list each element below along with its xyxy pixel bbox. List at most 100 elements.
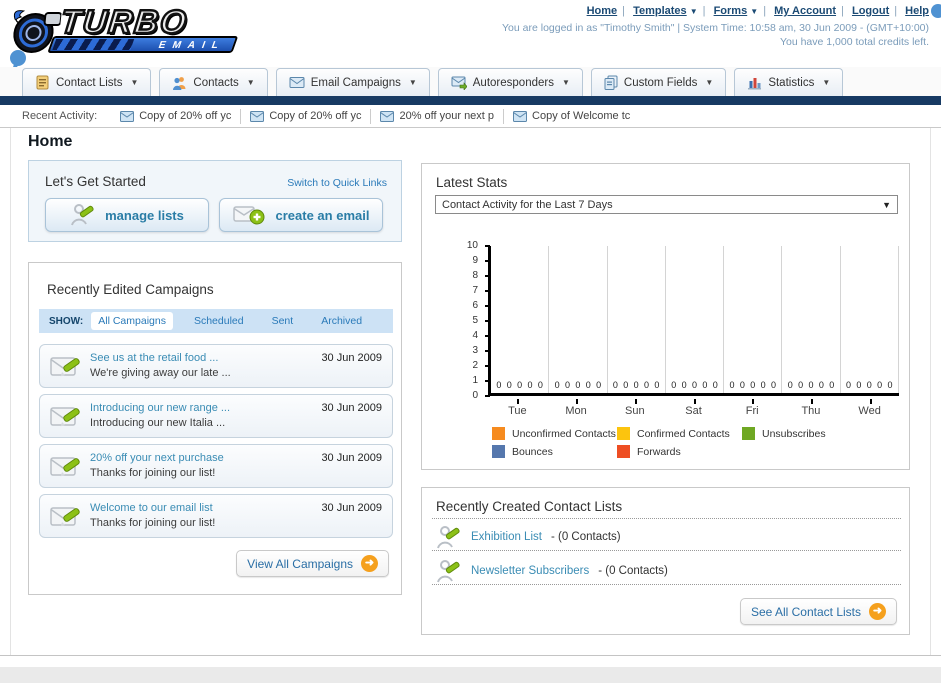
- chart-group: 00000: [608, 246, 666, 393]
- bar-value-label: 0: [750, 380, 756, 390]
- campaign-title-link[interactable]: Welcome to our email list: [90, 502, 213, 514]
- tab-label: Contact Lists: [56, 76, 123, 89]
- x-axis-tick: [634, 399, 637, 404]
- x-axis-tick-label: Sun: [624, 405, 645, 417]
- x-axis-tick: [810, 399, 813, 404]
- envelope-plus-icon: [232, 206, 265, 225]
- tab-email-campaigns[interactable]: Email Campaigns ▼: [275, 68, 430, 96]
- campaign-date: 30 Jun 2009: [321, 452, 382, 464]
- annotation-dot-right: [931, 4, 941, 18]
- y-axis-tick-label: 5: [472, 315, 478, 326]
- manage-lists-button[interactable]: manage lists: [45, 198, 209, 232]
- bar-value-label: 0: [787, 380, 793, 390]
- campaign-title-link[interactable]: See us at the retail food ...: [90, 352, 218, 364]
- campaign-list-item[interactable]: 20% off your next purchase Thanks for jo…: [39, 444, 393, 488]
- recent-activity-item[interactable]: Copy of Welcome tc: [504, 109, 639, 124]
- contact-list-name-link[interactable]: Newsletter Subscribers: [471, 565, 589, 577]
- contact-list-name-link[interactable]: Exhibition List: [471, 531, 542, 543]
- bar-value-labels: 00000: [724, 380, 781, 390]
- person-pencil-icon: [437, 526, 460, 549]
- contact-list-item[interactable]: Newsletter Subscribers - (0 Contacts): [436, 558, 668, 584]
- envelope-edit-icon: [50, 457, 80, 477]
- nav-link-help[interactable]: Help: [905, 5, 929, 17]
- contact-list-detail: - (0 Contacts): [550, 531, 621, 543]
- stats-period-select[interactable]: Contact Activity for the Last 7 Days ▼: [435, 195, 898, 214]
- campaigns-filter[interactable]: All Campaigns: [91, 312, 173, 330]
- recent-activity-item[interactable]: 20% off your next p: [371, 108, 505, 124]
- bar-value-labels: 00000: [491, 380, 548, 390]
- page-title: Home: [28, 133, 73, 150]
- y-axis-tick: [485, 365, 490, 367]
- nav-link-forms[interactable]: Forms: [714, 5, 748, 17]
- campaign-list-item[interactable]: See us at the retail food ... We're givi…: [39, 344, 393, 388]
- see-all-contact-lists-button[interactable]: See All Contact Lists ➜: [739, 598, 897, 625]
- custom-fields-icon: [604, 75, 618, 90]
- nav-link-home[interactable]: Home: [587, 5, 618, 17]
- legend-color-swatch: [742, 427, 755, 440]
- logo-bar: EMAIL: [47, 36, 239, 53]
- tab-autoresponders[interactable]: Autoresponders ▼: [437, 68, 583, 96]
- campaign-list-item[interactable]: Introducing our new range ... Introducin…: [39, 394, 393, 438]
- nav-link-my-account[interactable]: My Account: [774, 5, 836, 17]
- contact-lists-title: Recently Created Contact Lists: [436, 499, 623, 514]
- chevron-down-icon: ▼: [561, 78, 570, 87]
- campaign-subtitle: Thanks for joining our list!: [90, 467, 216, 479]
- nav-link-logout[interactable]: Logout: [852, 5, 889, 17]
- tab-contacts[interactable]: Contacts ▼: [159, 68, 268, 96]
- tab-label: Autoresponders: [472, 76, 554, 89]
- tab-contact-lists[interactable]: Contact Lists ▼: [22, 68, 152, 96]
- bar-value-label: 0: [496, 380, 502, 390]
- legend-label: Bounces: [512, 445, 553, 458]
- y-axis-tick: [485, 380, 490, 382]
- credits-info: You have 1,000 total credits left.: [779, 36, 929, 48]
- view-all-campaigns-button[interactable]: View All Campaigns ➜: [236, 550, 389, 577]
- x-axis-tick: [693, 399, 696, 404]
- bar-value-label: 0: [596, 380, 602, 390]
- x-axis-tick-label: Mon: [565, 405, 587, 417]
- bar-value-label: 0: [877, 380, 883, 390]
- bar-value-labels: 00000: [608, 380, 665, 390]
- campaigns-filter[interactable]: Scheduled: [187, 312, 251, 330]
- legend-label: Unconfirmed Contacts: [512, 427, 616, 440]
- chevron-down-icon: ▼: [246, 78, 255, 87]
- campaign-title-link[interactable]: Introducing our new range ...: [90, 402, 230, 414]
- tab-statistics[interactable]: Statistics ▼: [734, 68, 844, 96]
- chart-group: 00000: [549, 246, 608, 393]
- bar-value-label: 0: [739, 380, 745, 390]
- recent-activity-item[interactable]: Copy of 20% off yc: [111, 108, 242, 124]
- recent-activity-item[interactable]: Copy of 20% off yc: [241, 108, 372, 124]
- bar-value-labels: 00000: [841, 380, 898, 390]
- y-axis-tick-label: 9: [472, 255, 478, 266]
- contacts-icon: [173, 77, 186, 90]
- campaign-subtitle: Introducing our new Italia ...: [90, 417, 226, 429]
- contact-activity-chart: 00000000000000000000000000000000000 0123…: [422, 224, 911, 424]
- campaign-date: 30 Jun 2009: [321, 502, 382, 514]
- chart-group: 00000: [666, 246, 725, 393]
- bar-value-label: 0: [702, 380, 708, 390]
- stats-period-value: Contact Activity for the Last 7 Days: [442, 198, 613, 211]
- switch-quick-links-link[interactable]: Switch to Quick Links: [287, 177, 387, 189]
- create-email-button[interactable]: create an email: [219, 198, 383, 232]
- x-axis-tick-label: Tue: [508, 405, 527, 417]
- legend-color-swatch: [617, 427, 630, 440]
- header-nav-links: Home | Templates ▼ | Forms ▼ | My Account | …: [587, 5, 929, 17]
- dotted-separator: [432, 550, 901, 551]
- contact-list-item[interactable]: Exhibition List - (0 Contacts): [436, 524, 621, 550]
- create-email-label: create an email: [275, 207, 370, 223]
- campaign-list-item[interactable]: Welcome to our email list Thanks for joi…: [39, 494, 393, 538]
- bar-value-label: 0: [866, 380, 872, 390]
- chevron-down-icon: ▼: [882, 199, 891, 210]
- dotted-separator: [432, 584, 901, 585]
- campaigns-filter[interactable]: Sent: [265, 312, 301, 330]
- envelope-icon: [380, 110, 395, 122]
- nav-link-templates[interactable]: Templates: [633, 5, 687, 17]
- bar-value-label: 0: [712, 380, 718, 390]
- campaign-date: 30 Jun 2009: [321, 402, 382, 414]
- campaign-title-link[interactable]: 20% off your next purchase: [90, 452, 224, 464]
- campaigns-filter[interactable]: Archived: [314, 312, 369, 330]
- email-campaigns-icon: [289, 77, 305, 88]
- tab-custom-fields[interactable]: Custom Fields ▼: [590, 68, 727, 96]
- recent-activity-bar: Recent Activity: Copy of 20% off yc Copy…: [0, 105, 941, 128]
- envelope-icon: [513, 110, 528, 122]
- manage-lists-label: manage lists: [105, 207, 184, 223]
